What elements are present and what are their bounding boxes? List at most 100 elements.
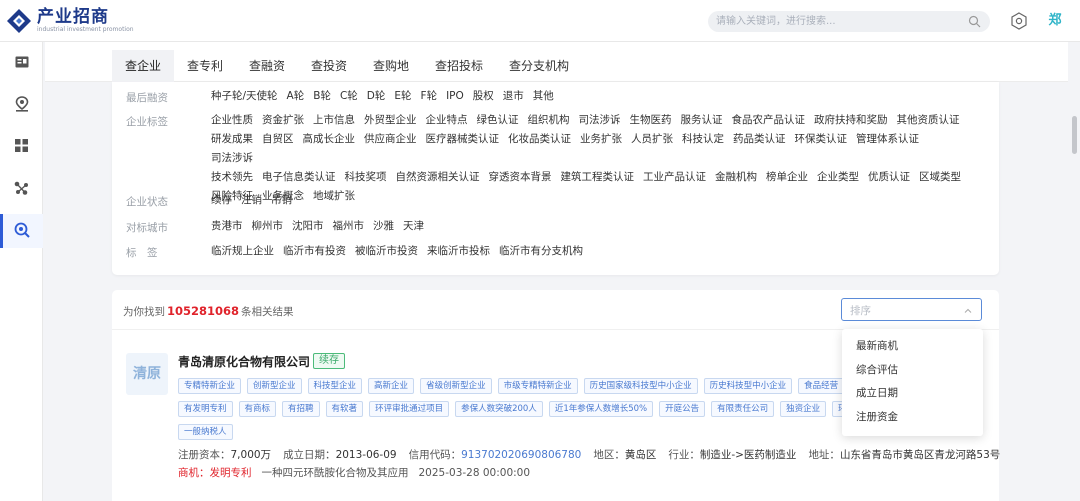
filter-option[interactable]: 供应商企业 bbox=[364, 130, 417, 149]
filter-option[interactable]: 贵港市 bbox=[211, 217, 243, 236]
filter-option[interactable]: 上市信息 bbox=[313, 111, 355, 130]
rail-item-dashboard[interactable] bbox=[0, 130, 43, 164]
company-tag[interactable]: 历史国家级科技型中小企业 bbox=[583, 378, 698, 394]
filter-option[interactable]: 管理体系认证 bbox=[856, 130, 919, 149]
filter-option[interactable]: D轮 bbox=[367, 87, 386, 106]
company-tag[interactable]: 科技型企业 bbox=[307, 378, 363, 394]
filter-option[interactable]: 建筑工程类认证 bbox=[561, 168, 635, 187]
filter-option[interactable]: 环保类认证 bbox=[795, 130, 848, 149]
credit-code[interactable]: 913702020690806780 bbox=[461, 449, 581, 461]
company-tag[interactable]: 食品经营 bbox=[798, 378, 845, 394]
sort-select[interactable]: 排序 bbox=[841, 298, 982, 321]
shield-settings-icon[interactable] bbox=[1010, 12, 1028, 33]
company-tag[interactable]: 省级创新型企业 bbox=[420, 378, 492, 394]
filter-option[interactable]: 食品农产品认证 bbox=[732, 111, 806, 130]
scrollbar-thumb[interactable] bbox=[1072, 116, 1077, 154]
filter-option[interactable]: 技术领先 bbox=[211, 168, 253, 187]
filter-option[interactable]: 医疗器械类认证 bbox=[426, 130, 500, 149]
brand-logo[interactable]: 产业招商 industrial investment promotion bbox=[6, 8, 134, 34]
tab-bidding[interactable]: 查招投标 bbox=[429, 50, 489, 82]
sort-option-latest[interactable]: 最新商机 bbox=[842, 335, 983, 359]
tab-financing[interactable]: 查融资 bbox=[243, 50, 291, 82]
filter-option[interactable]: 临沂市有投资 bbox=[283, 242, 346, 261]
filter-option[interactable]: 企业特点 bbox=[426, 111, 468, 130]
user-avatar[interactable]: 郑 bbox=[1045, 11, 1065, 31]
filter-option[interactable]: 退市 bbox=[503, 87, 524, 106]
filter-option[interactable]: 药品类认证 bbox=[733, 130, 786, 149]
filter-option[interactable]: 其他 bbox=[533, 87, 554, 106]
filter-option[interactable]: 区域类型 bbox=[919, 168, 961, 187]
company-tag[interactable]: 近1年参保人数增长50% bbox=[548, 401, 654, 417]
search-input[interactable] bbox=[708, 11, 990, 32]
filter-option[interactable]: 服务认证 bbox=[681, 111, 723, 130]
filter-option[interactable]: 临沂市有分支机构 bbox=[499, 242, 583, 261]
filter-option[interactable]: 自贸区 bbox=[262, 130, 294, 149]
tab-enterprise[interactable]: 查企业 bbox=[112, 50, 174, 82]
filter-option[interactable]: 优质认证 bbox=[868, 168, 910, 187]
filter-option[interactable]: 被临沂市投资 bbox=[355, 242, 418, 261]
filter-option[interactable]: 科技奖项 bbox=[345, 168, 387, 187]
company-tag[interactable]: 独资企业 bbox=[780, 401, 827, 417]
filter-option[interactable]: 人员扩张 bbox=[631, 130, 673, 149]
filter-option[interactable]: 业务扩张 bbox=[580, 130, 622, 149]
filter-option[interactable]: 注销 bbox=[241, 191, 262, 210]
filter-option[interactable]: 种子轮/天使轮 bbox=[211, 87, 278, 106]
company-tag[interactable]: 有商标 bbox=[238, 401, 277, 417]
tab-branches[interactable]: 查分支机构 bbox=[503, 50, 575, 82]
search-icon[interactable] bbox=[968, 15, 981, 31]
filter-option[interactable]: 电子信息类认证 bbox=[262, 168, 336, 187]
company-tag[interactable]: 历史科技型中小企业 bbox=[703, 378, 793, 394]
filter-option[interactable]: IPO bbox=[446, 87, 464, 106]
filter-option[interactable]: 股权 bbox=[473, 87, 494, 106]
filter-option[interactable]: 生物医药 bbox=[630, 111, 672, 130]
filter-option[interactable]: 研发成果 bbox=[211, 130, 253, 149]
filter-option[interactable]: 司法涉诉 bbox=[211, 149, 253, 168]
filter-option[interactable]: 司法涉诉 bbox=[579, 111, 621, 130]
rail-item-location[interactable] bbox=[0, 88, 43, 122]
company-tag[interactable]: 创新型企业 bbox=[247, 378, 302, 394]
company-tag[interactable]: 有软著 bbox=[325, 401, 364, 417]
filter-option[interactable]: 临沂规上企业 bbox=[211, 242, 274, 261]
filter-option[interactable]: 沈阳市 bbox=[292, 217, 324, 236]
filter-option[interactable]: 高成长企业 bbox=[303, 130, 356, 149]
filter-option[interactable]: 榜单企业 bbox=[766, 168, 808, 187]
patent-title[interactable]: 一种四元环酰胺化合物及其应用 bbox=[262, 467, 409, 479]
page-scrollbar[interactable] bbox=[1068, 42, 1080, 501]
company-tag[interactable]: 有限责任公司 bbox=[711, 401, 775, 417]
filter-option[interactable]: 福州市 bbox=[333, 217, 365, 236]
filter-option[interactable]: 企业类型 bbox=[817, 168, 859, 187]
filter-option[interactable]: 柳州市 bbox=[252, 217, 284, 236]
filter-option[interactable]: 企业性质 bbox=[211, 111, 253, 130]
filter-option[interactable]: 化妆品类认证 bbox=[508, 130, 571, 149]
filter-option[interactable]: 其他资质认证 bbox=[897, 111, 960, 130]
filter-option[interactable]: C轮 bbox=[340, 87, 358, 106]
filter-option[interactable]: 吊销 bbox=[271, 191, 292, 210]
filter-option[interactable]: 自然资源相关认证 bbox=[396, 168, 480, 187]
filter-option[interactable]: 组织机构 bbox=[528, 111, 570, 130]
filter-option[interactable]: 金融机构 bbox=[715, 168, 757, 187]
rail-item-profile[interactable] bbox=[0, 46, 43, 80]
company-tag[interactable]: 高新企业 bbox=[368, 378, 415, 394]
tab-land[interactable]: 查购地 bbox=[367, 50, 415, 82]
company-tag[interactable]: 环评审批通过项目 bbox=[369, 401, 450, 417]
company-logo[interactable]: 清原 bbox=[126, 353, 168, 395]
filter-option[interactable]: 工业产品认证 bbox=[643, 168, 706, 187]
tab-investment[interactable]: 查投资 bbox=[305, 50, 353, 82]
company-tag[interactable]: 一般纳税人 bbox=[178, 424, 233, 440]
filter-option[interactable]: 穿透资本背景 bbox=[489, 168, 552, 187]
tab-patent[interactable]: 查专利 bbox=[181, 50, 229, 82]
sort-option-founded[interactable]: 成立日期 bbox=[842, 382, 983, 406]
company-tag[interactable]: 专精特新企业 bbox=[178, 378, 242, 394]
company-name[interactable]: 青岛清原化合物有限公司 bbox=[178, 353, 310, 370]
filter-option[interactable]: 资金扩张 bbox=[262, 111, 304, 130]
company-tag[interactable]: 参保人数突破200人 bbox=[455, 401, 543, 417]
company-tag[interactable]: 有发明专利 bbox=[178, 401, 233, 417]
filter-option[interactable]: E轮 bbox=[394, 87, 411, 106]
filter-option[interactable]: A轮 bbox=[287, 87, 305, 106]
filter-option[interactable]: 外贸型企业 bbox=[364, 111, 417, 130]
filter-option[interactable]: 科技认定 bbox=[682, 130, 724, 149]
company-tag[interactable]: 开庭公告 bbox=[659, 401, 706, 417]
filter-option[interactable]: 政府扶持和奖励 bbox=[814, 111, 888, 130]
filter-option[interactable]: 沙雅 bbox=[373, 217, 394, 236]
filter-option[interactable]: 续存 bbox=[211, 191, 232, 210]
